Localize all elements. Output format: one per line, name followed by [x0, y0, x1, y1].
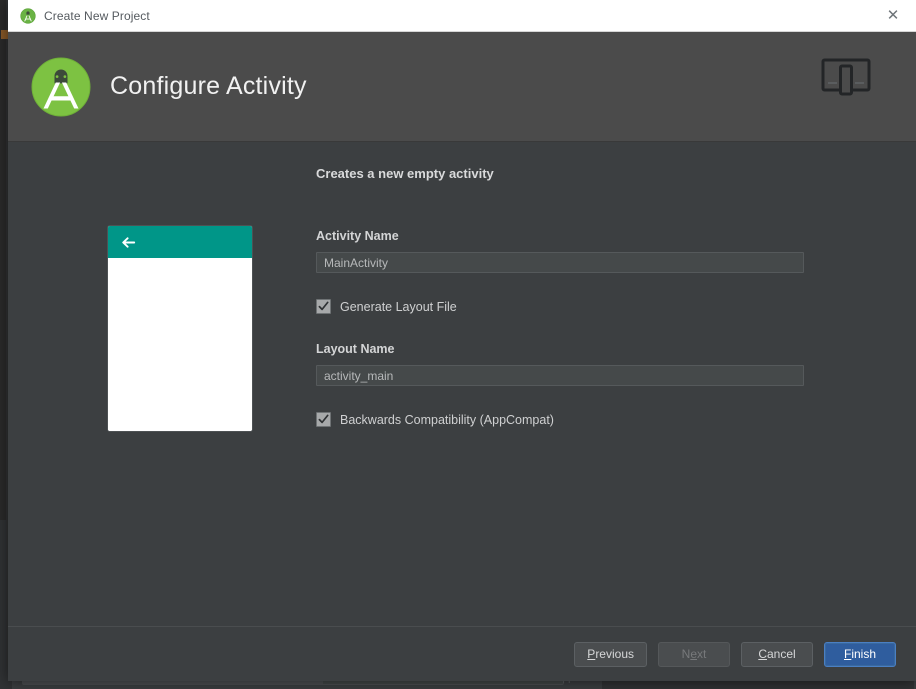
android-studio-logo — [30, 56, 92, 118]
create-new-project-dialog: Create New Project ✕ Configure Activity — [8, 0, 916, 681]
previous-button-label: revious — [595, 647, 634, 661]
activity-preview-thumbnail — [108, 226, 252, 431]
android-studio-icon — [20, 7, 36, 24]
generate-layout-file-row[interactable]: Generate Layout File — [316, 299, 836, 314]
dialog-title: Create New Project — [44, 8, 150, 23]
layout-name-input[interactable] — [316, 365, 804, 386]
arrow-back-icon — [120, 234, 137, 251]
ide-editor-gutter — [0, 0, 9, 520]
template-description: Creates a new empty activity — [316, 166, 494, 181]
dialog-button-bar: Previous Next Cancel Finish — [8, 626, 916, 681]
layout-name-label: Layout Name — [316, 342, 395, 356]
generate-layout-file-label: Generate Layout File — [340, 299, 457, 314]
activity-name-label: Activity Name — [316, 229, 399, 243]
phone-and-tablet-icon — [818, 56, 874, 96]
activity-name-input[interactable] — [316, 252, 804, 273]
finish-button[interactable]: Finish — [824, 641, 896, 667]
dialog-header: Configure Activity — [8, 32, 916, 142]
dialog-body: Creates a new empty activity Activity Na… — [8, 142, 916, 626]
cancel-button[interactable]: Cancel — [741, 641, 813, 667]
preview-app-bar — [108, 226, 252, 258]
next-button-mnemonic: e — [690, 647, 697, 661]
previous-button[interactable]: Previous — [574, 641, 647, 667]
finish-button-label: inish — [851, 647, 877, 661]
backwards-compatibility-checkbox[interactable] — [316, 412, 331, 427]
next-button-prefix: N — [681, 647, 691, 661]
page-title: Configure Activity — [110, 72, 307, 100]
close-icon[interactable]: ✕ — [870, 0, 916, 31]
generate-layout-file-checkbox[interactable] — [316, 299, 331, 314]
cancel-button-label: ancel — [766, 647, 796, 661]
next-button[interactable]: Next — [658, 641, 730, 667]
backwards-compatibility-row[interactable]: Backwards Compatibility (AppCompat) — [316, 412, 836, 427]
backwards-compatibility-label: Backwards Compatibility (AppCompat) — [340, 412, 554, 427]
activity-configuration-form: Creates a new empty activity Activity Na… — [316, 142, 836, 427]
preview-content-area — [108, 258, 252, 431]
next-button-label: xt — [697, 647, 707, 661]
cancel-button-mnemonic: C — [758, 647, 767, 661]
dialog-titlebar[interactable]: Create New Project ✕ — [8, 0, 916, 32]
